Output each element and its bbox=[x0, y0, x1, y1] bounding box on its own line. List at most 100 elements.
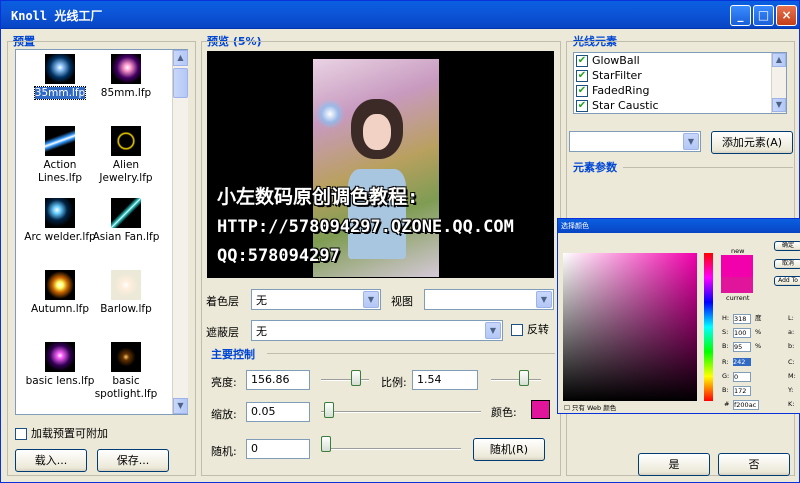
chevron-down-icon[interactable]: ▼ bbox=[536, 291, 552, 308]
checkbox-icon[interactable] bbox=[511, 324, 523, 336]
brightness-label: 亮度: bbox=[211, 376, 237, 389]
scroll-down-icon[interactable]: ▼ bbox=[173, 398, 188, 414]
g-input[interactable]: 0 bbox=[733, 372, 751, 382]
random-input[interactable]: 0 bbox=[246, 439, 310, 459]
color-swatch[interactable] bbox=[531, 400, 550, 419]
element-list-item[interactable]: ✔ FadedRing bbox=[576, 84, 659, 99]
brightness-input[interactable]: 156.86 bbox=[246, 370, 310, 390]
preset-label: Barlow.lfp bbox=[100, 303, 152, 315]
picker-ok-button[interactable]: 确定 bbox=[774, 241, 800, 251]
element-list-item[interactable]: ✔ GlowBall bbox=[576, 54, 659, 69]
preset-label: Asian Fan.lfp bbox=[92, 231, 160, 243]
mask-layer-select[interactable]: 无 ▼ bbox=[251, 320, 503, 341]
minimize-button[interactable]: _ bbox=[730, 5, 751, 26]
hue-slider[interactable] bbox=[704, 253, 713, 401]
preset-label: Action Lines.lfp bbox=[38, 159, 82, 184]
random-button[interactable]: 随机(R) bbox=[473, 438, 545, 461]
hex-input[interactable]: f200ac bbox=[733, 400, 759, 410]
invert-checkbox[interactable]: 反转 bbox=[511, 321, 549, 337]
preset-label: Autumn.lfp bbox=[30, 303, 90, 315]
chevron-down-icon[interactable]: ▼ bbox=[683, 133, 699, 150]
maximize-button[interactable]: □ bbox=[753, 5, 774, 26]
m-label: M: bbox=[788, 372, 796, 380]
scroll-up-icon[interactable]: ▲ bbox=[173, 50, 188, 66]
zoom-slider-track[interactable] bbox=[321, 411, 481, 413]
alien-jewelry-icon bbox=[111, 126, 141, 156]
preset-item[interactable]: Alien Jewelry.lfp bbox=[86, 126, 166, 185]
preset-item[interactable]: Asian Fan.lfp bbox=[86, 198, 166, 244]
b-input[interactable]: 95 bbox=[733, 342, 751, 352]
save-button[interactable]: 保存... bbox=[97, 449, 169, 472]
flare-glow-icon bbox=[315, 99, 345, 129]
random-slider-track[interactable] bbox=[321, 448, 461, 450]
main-window: Knoll 光线工厂 _ □ × 预置 35mm.lfp 85mm.lfp Acti… bbox=[0, 0, 800, 483]
preset-item[interactable]: 85mm.lfp bbox=[86, 54, 166, 100]
watermark-line3: QQ:578094297 bbox=[217, 246, 340, 266]
ok-button[interactable]: 是 bbox=[638, 453, 710, 476]
chevron-down-icon[interactable]: ▼ bbox=[485, 322, 501, 339]
load-button[interactable]: 载入... bbox=[15, 449, 87, 472]
scroll-down-icon[interactable]: ▼ bbox=[772, 98, 786, 112]
color-picker-dialog[interactable]: 选择颜色 new current 确定 取消 Add To H: 318 度 S… bbox=[557, 218, 800, 414]
autumn-icon bbox=[45, 270, 75, 300]
brightness-slider-track[interactable] bbox=[321, 379, 369, 381]
add-element-button[interactable]: 添加元素(A) bbox=[711, 131, 793, 154]
b-label: B: bbox=[722, 342, 729, 350]
elements-list[interactable]: ✔ GlowBall ✔ StarFilter ✔ FadedRing ✔ Star Caus… bbox=[573, 52, 787, 114]
element-list-item[interactable]: ✔ Star Caustic bbox=[576, 99, 659, 114]
photo-face bbox=[363, 114, 391, 150]
chevron-down-icon[interactable]: ▼ bbox=[363, 291, 379, 308]
view-label: 视图 bbox=[391, 295, 413, 308]
scale-slider-handle[interactable] bbox=[519, 370, 529, 386]
watermark-line2: HTTP://578094297.QZONE.QQ.COM bbox=[217, 217, 514, 237]
checkbox-icon[interactable]: ✔ bbox=[576, 85, 588, 97]
close-button[interactable]: × bbox=[776, 5, 797, 26]
brightness-slider-handle[interactable] bbox=[351, 370, 362, 386]
h-input[interactable]: 318 bbox=[733, 314, 751, 324]
asian-fan-icon bbox=[111, 198, 141, 228]
checkbox-icon[interactable] bbox=[15, 428, 27, 440]
scale-input[interactable]: 1.54 bbox=[412, 370, 478, 390]
preset-item[interactable]: Barlow.lfp bbox=[86, 270, 166, 316]
color-layer-label: 着色层 bbox=[206, 295, 239, 308]
additive-checkbox[interactable]: 加载预置可附加 bbox=[15, 425, 108, 441]
scroll-thumb[interactable] bbox=[173, 68, 188, 98]
preset-label: Arc welder.lfp bbox=[24, 231, 96, 243]
view-select[interactable]: ▼ bbox=[424, 289, 554, 310]
current-color-swatch bbox=[721, 277, 753, 293]
r-label: R: bbox=[722, 358, 729, 366]
checkbox-icon[interactable]: ✔ bbox=[576, 55, 588, 67]
random-slider-handle[interactable] bbox=[321, 436, 331, 452]
r-input[interactable]: 242 bbox=[733, 358, 751, 366]
preset-item[interactable]: basic spotlight.lfp bbox=[86, 342, 166, 401]
web-only-checkbox[interactable]: ☐ 只有 Web 颜色 bbox=[564, 404, 616, 412]
color-layer-value: 无 bbox=[256, 294, 267, 307]
presets-scrollbar[interactable]: ▲ ▼ bbox=[172, 50, 188, 414]
element-list-item[interactable]: ✔ StarFilter bbox=[576, 69, 659, 84]
preset-label: Alien Jewelry.lfp bbox=[99, 159, 153, 184]
checkbox-icon[interactable]: ✔ bbox=[576, 100, 588, 112]
color-layer-select[interactable]: 无 ▼ bbox=[251, 289, 381, 310]
scroll-up-icon[interactable]: ▲ bbox=[772, 53, 786, 67]
g-label: G: bbox=[722, 372, 730, 380]
presets-list[interactable]: 35mm.lfp 85mm.lfp Action Lines.lfp Alien Je… bbox=[15, 49, 188, 415]
lens-flare-pink-icon bbox=[111, 54, 141, 84]
zoom-input[interactable]: 0.05 bbox=[246, 402, 310, 422]
add-to-swatches-button[interactable]: Add To bbox=[774, 276, 800, 286]
barlow-icon bbox=[111, 270, 141, 300]
picker-cancel-button[interactable]: 取消 bbox=[774, 259, 800, 269]
color-label: 颜色: bbox=[491, 406, 517, 419]
checkbox-icon[interactable]: ✔ bbox=[576, 70, 588, 82]
web-only-label: 只有 Web 颜色 bbox=[571, 404, 617, 412]
s-input[interactable]: 100 bbox=[733, 328, 751, 338]
elements-scrollbar[interactable]: ▲ ▼ bbox=[771, 53, 786, 113]
cancel-button[interactable]: 否 bbox=[718, 453, 790, 476]
divider bbox=[267, 353, 555, 354]
color-field[interactable] bbox=[563, 253, 697, 401]
preview-canvas[interactable] bbox=[207, 51, 554, 278]
title-bar[interactable]: Knoll 光线工厂 _ □ × bbox=[1, 1, 799, 29]
blue-input[interactable]: 172 bbox=[733, 386, 751, 396]
scale-slider-track[interactable] bbox=[491, 379, 541, 381]
element-type-select[interactable]: ▼ bbox=[569, 131, 701, 152]
zoom-slider-handle[interactable] bbox=[324, 402, 334, 418]
